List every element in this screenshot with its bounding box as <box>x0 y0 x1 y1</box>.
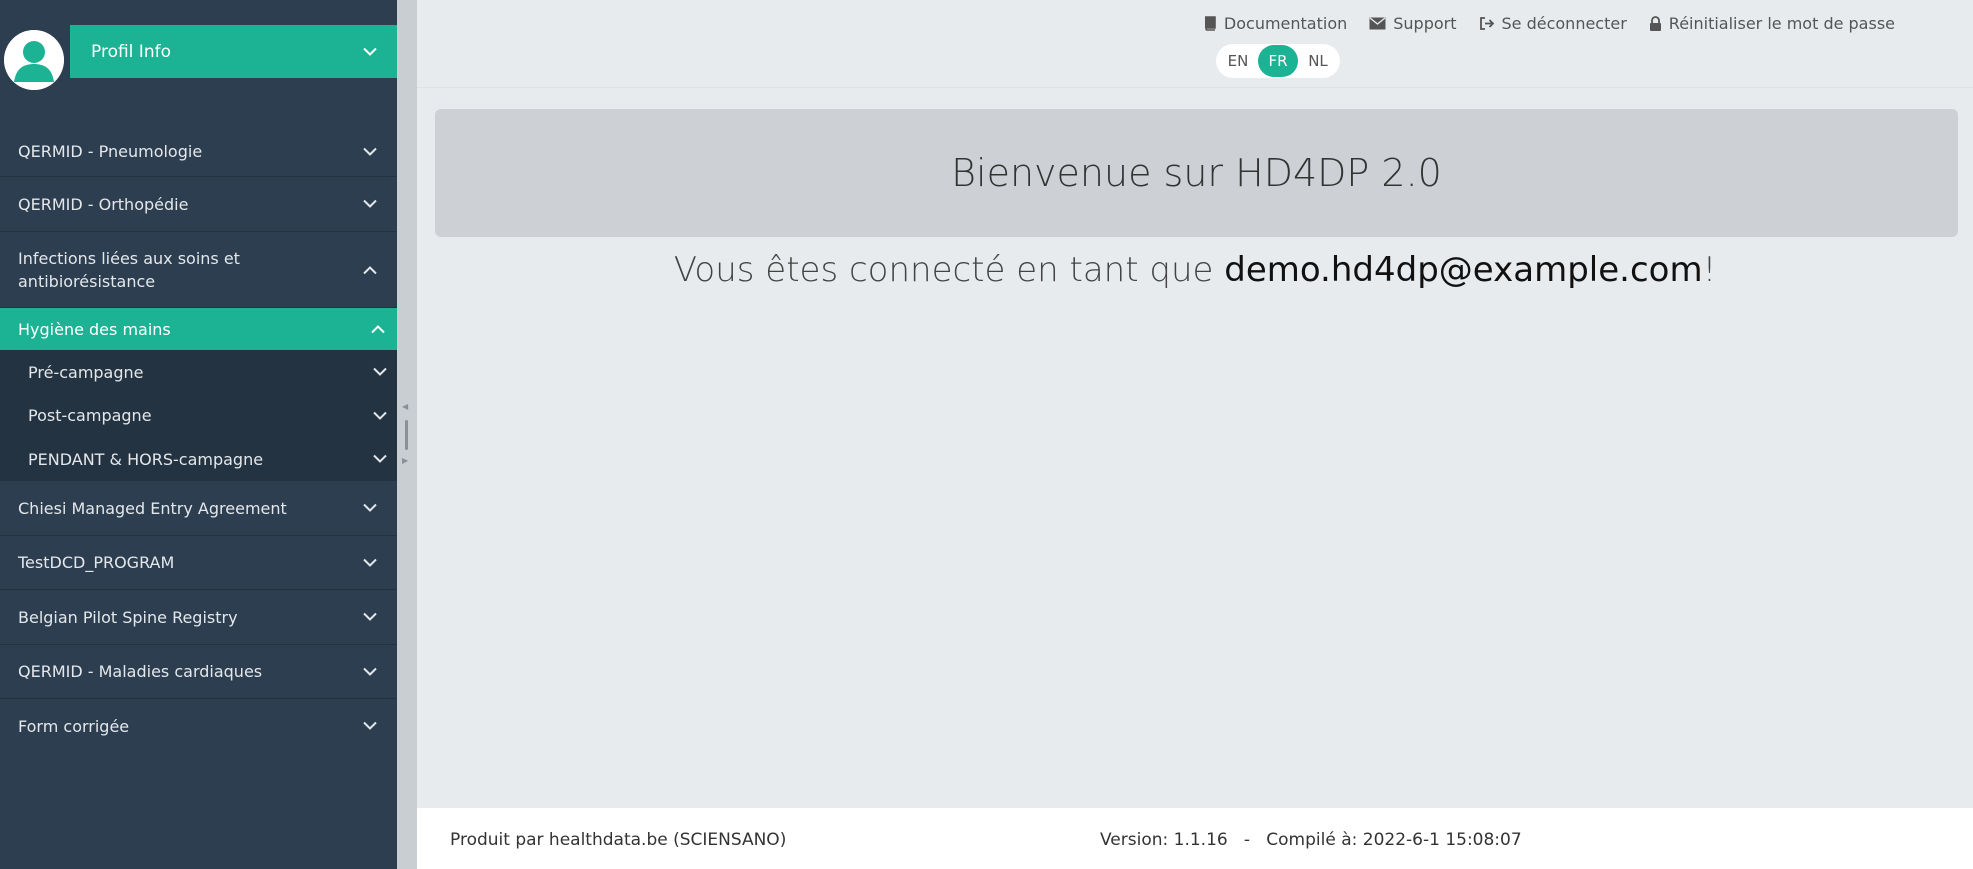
sidebar-item-label: Form corrigée <box>18 716 130 736</box>
chevron-down-icon <box>363 503 377 513</box>
logged-in-suffix: ! <box>1702 250 1717 290</box>
documentation-link[interactable]: Documentation <box>1203 14 1347 33</box>
documentation-label: Documentation <box>1223 14 1348 33</box>
sidebar-item-label: Hygiène des mains <box>18 319 171 339</box>
welcome-title: Bienvenue sur HD4DP 2.0 <box>951 151 1442 195</box>
sidebar-resize-handle[interactable]: ◀ ▶ <box>397 0 417 869</box>
avatar <box>4 30 64 90</box>
produced-by-text: Produit par healthdata.be (SCIENSANO) <box>450 830 787 850</box>
language-fr-button[interactable]: FR <box>1258 45 1298 77</box>
profile-section: Profil Info <box>0 0 397 100</box>
grip-icon <box>405 420 408 450</box>
chevron-down-icon <box>363 667 377 676</box>
sidebar-item-label: QERMID - Maladies cardiaques <box>18 662 263 681</box>
chevron-down-icon <box>363 612 377 622</box>
logged-in-prefix: Vous êtes connecté en tant que <box>673 250 1225 290</box>
sidebar-item-chiesi[interactable]: Chiesi Managed Entry Agreement <box>0 481 397 536</box>
language-en-button[interactable]: EN <box>1218 45 1258 77</box>
chevron-down-icon <box>373 454 387 464</box>
top-bar: Documentation Support Se déconnecter Réi… <box>417 0 1973 88</box>
chevron-down-icon <box>363 199 377 209</box>
sidebar-item-label: Belgian Pilot Spine Registry <box>18 607 238 627</box>
profile-info-button[interactable]: Profil Info <box>70 25 397 78</box>
sidebar-item-form-corrigee[interactable]: Form corrigée <box>0 699 397 753</box>
sidebar-item-qermid-orthopedie[interactable]: QERMID - Orthopédie <box>0 177 397 232</box>
sidebar-item-qermid-maladies-cardiaques[interactable]: QERMID - Maladies cardiaques <box>0 645 397 699</box>
chevron-down-icon <box>363 47 377 56</box>
sidebar-item-label: QERMID - Pneumologie <box>18 142 203 161</box>
sign-out-icon <box>1479 17 1494 30</box>
envelope-icon <box>1369 17 1386 30</box>
reset-password-label: Réinitialiser le mot de passe <box>1668 14 1895 33</box>
chevron-up-icon <box>371 325 385 334</box>
support-label: Support <box>1393 14 1457 33</box>
sign-out-link[interactable]: Se déconnecter <box>1479 14 1627 33</box>
chevron-up-icon <box>363 265 377 274</box>
chevron-down-icon <box>363 147 377 156</box>
sidebar-item-testdcd-program[interactable]: TestDCD_PROGRAM <box>0 536 397 590</box>
version-text: Version: 1.1.16 - Compilé à: 2022-6-1 15… <box>1100 830 1522 850</box>
welcome-banner: Bienvenue sur HD4DP 2.0 <box>435 109 1958 237</box>
book-icon <box>1204 16 1216 31</box>
language-switcher: EN FR NL <box>1216 44 1340 78</box>
support-link[interactable]: Support <box>1369 14 1457 33</box>
sidebar-item-label: Infections liées aux soins et antibiorés… <box>18 248 240 291</box>
sidebar-item-label: PENDANT & HORS-campagne <box>28 449 264 469</box>
header-links: Documentation Support Se déconnecter Réi… <box>1203 14 1895 33</box>
sidebar-item-qermid-pneumologie[interactable]: QERMID - Pneumologie <box>0 127 397 177</box>
sidebar-item-label: Chiesi Managed Entry Agreement <box>18 498 287 518</box>
chevron-down-icon <box>363 558 377 567</box>
chevron-down-icon <box>373 367 387 377</box>
chevron-down-icon <box>373 411 387 420</box>
sidebar-item-pendant-hors-campagne[interactable]: PENDANT & HORS-campagne <box>0 437 397 481</box>
user-icon <box>4 30 64 90</box>
sidebar-item-label: Pré-campagne <box>28 362 144 382</box>
expand-right-icon: ▶ <box>402 456 409 465</box>
sidebar-item-label: Post-campagne <box>28 406 152 425</box>
logged-in-message: Vous êtes connecté en tant que demo.hd4d… <box>417 250 1973 290</box>
chevron-down-icon <box>363 721 377 731</box>
collapse-left-icon: ◀ <box>402 402 409 411</box>
sidebar-item-label: TestDCD_PROGRAM <box>18 553 175 572</box>
sidebar: Profil Info QERMID - Pneumologie QERMID … <box>0 0 397 869</box>
sidebar-item-pre-campagne[interactable]: Pré-campagne <box>0 350 397 394</box>
sidebar-item-infections[interactable]: Infections liées aux soins et antibiorés… <box>0 232 397 308</box>
sign-out-label: Se déconnecter <box>1501 14 1627 33</box>
lock-icon <box>1649 16 1661 31</box>
user-email: demo.hd4dp@example.com <box>1224 250 1703 290</box>
profile-info-label: Profil Info <box>91 41 171 62</box>
sidebar-item-post-campagne[interactable]: Post-campagne <box>0 394 397 437</box>
reset-password-link[interactable]: Réinitialiser le mot de passe <box>1649 14 1895 33</box>
sidebar-item-hygiene-des-mains[interactable]: Hygiène des mains <box>0 308 397 350</box>
sidebar-item-belgian-pilot-spine-registry[interactable]: Belgian Pilot Spine Registry <box>0 590 397 645</box>
footer: Produit par healthdata.be (SCIENSANO) Ve… <box>417 808 1973 869</box>
language-nl-button[interactable]: NL <box>1298 45 1338 77</box>
sidebar-item-label: QERMID - Orthopédie <box>18 194 189 214</box>
